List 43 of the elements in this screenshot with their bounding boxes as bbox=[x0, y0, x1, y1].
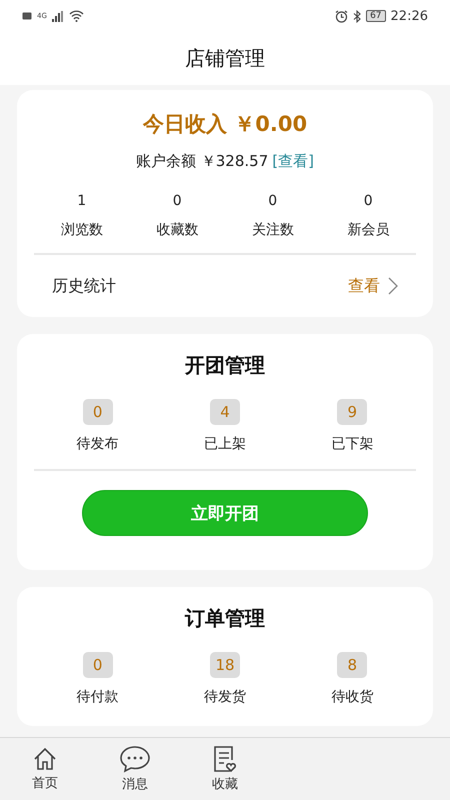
tab-bar-item[interactable]: 消息 bbox=[90, 738, 180, 800]
section-title: 开团管理 bbox=[184, 352, 266, 379]
count-badge[interactable]: 0 bbox=[82, 652, 113, 678]
stat-label: 收藏数 bbox=[156, 221, 198, 239]
signal-icon bbox=[52, 10, 64, 22]
stat-label: 关注数 bbox=[252, 221, 294, 239]
count-label: 待发布 bbox=[76, 435, 119, 453]
count-badge[interactable]: 4 bbox=[210, 399, 240, 425]
count-badge[interactable]: 0 bbox=[82, 399, 113, 425]
tab-bar-item[interactable]: 首页 bbox=[0, 738, 90, 800]
view-history-link[interactable]: 查看 bbox=[348, 276, 398, 296]
today-income: 今日收入 ￥0.00 bbox=[142, 111, 308, 138]
page-title: 店铺管理 bbox=[185, 45, 265, 72]
section-title: 订单管理 bbox=[184, 605, 266, 632]
count-label: 待收货 bbox=[331, 688, 374, 706]
count-label: 已下架 bbox=[331, 435, 374, 453]
chat-bubble-icon bbox=[119, 745, 151, 773]
stat-value: 1 bbox=[77, 193, 86, 209]
bluetooth-icon bbox=[353, 10, 362, 22]
account-balance: 账户余额 ￥328.57 bbox=[136, 152, 268, 171]
count-label: 待发货 bbox=[204, 688, 246, 706]
count-badge[interactable]: 18 bbox=[210, 652, 240, 678]
clock-time: 22:26 bbox=[390, 8, 428, 24]
wifi-icon bbox=[68, 10, 84, 22]
stat-value: 0 bbox=[268, 193, 278, 209]
list-heart-icon bbox=[212, 745, 238, 773]
count-badge[interactable]: 9 bbox=[337, 399, 368, 425]
stat-label: 新会员 bbox=[347, 221, 390, 239]
history-stats-label: 历史统计 bbox=[52, 276, 116, 296]
stat-value: 0 bbox=[172, 193, 182, 209]
battery-level: 67 bbox=[366, 10, 386, 22]
start-group-button[interactable]: 立即开团 bbox=[82, 490, 368, 536]
count-label: 待付款 bbox=[76, 688, 119, 706]
hd-icon bbox=[22, 12, 32, 20]
count-label: 已上架 bbox=[204, 435, 246, 453]
stat-value: 0 bbox=[364, 193, 373, 209]
stat-label: 浏览数 bbox=[60, 221, 103, 239]
chevron-right-icon bbox=[388, 277, 398, 295]
count-badge[interactable]: 8 bbox=[337, 652, 368, 678]
alarm-icon bbox=[335, 10, 348, 22]
view-balance-link[interactable]: [查看] bbox=[272, 152, 314, 171]
home-icon bbox=[32, 746, 58, 772]
tab-bar-item[interactable]: 收藏 bbox=[180, 738, 270, 800]
